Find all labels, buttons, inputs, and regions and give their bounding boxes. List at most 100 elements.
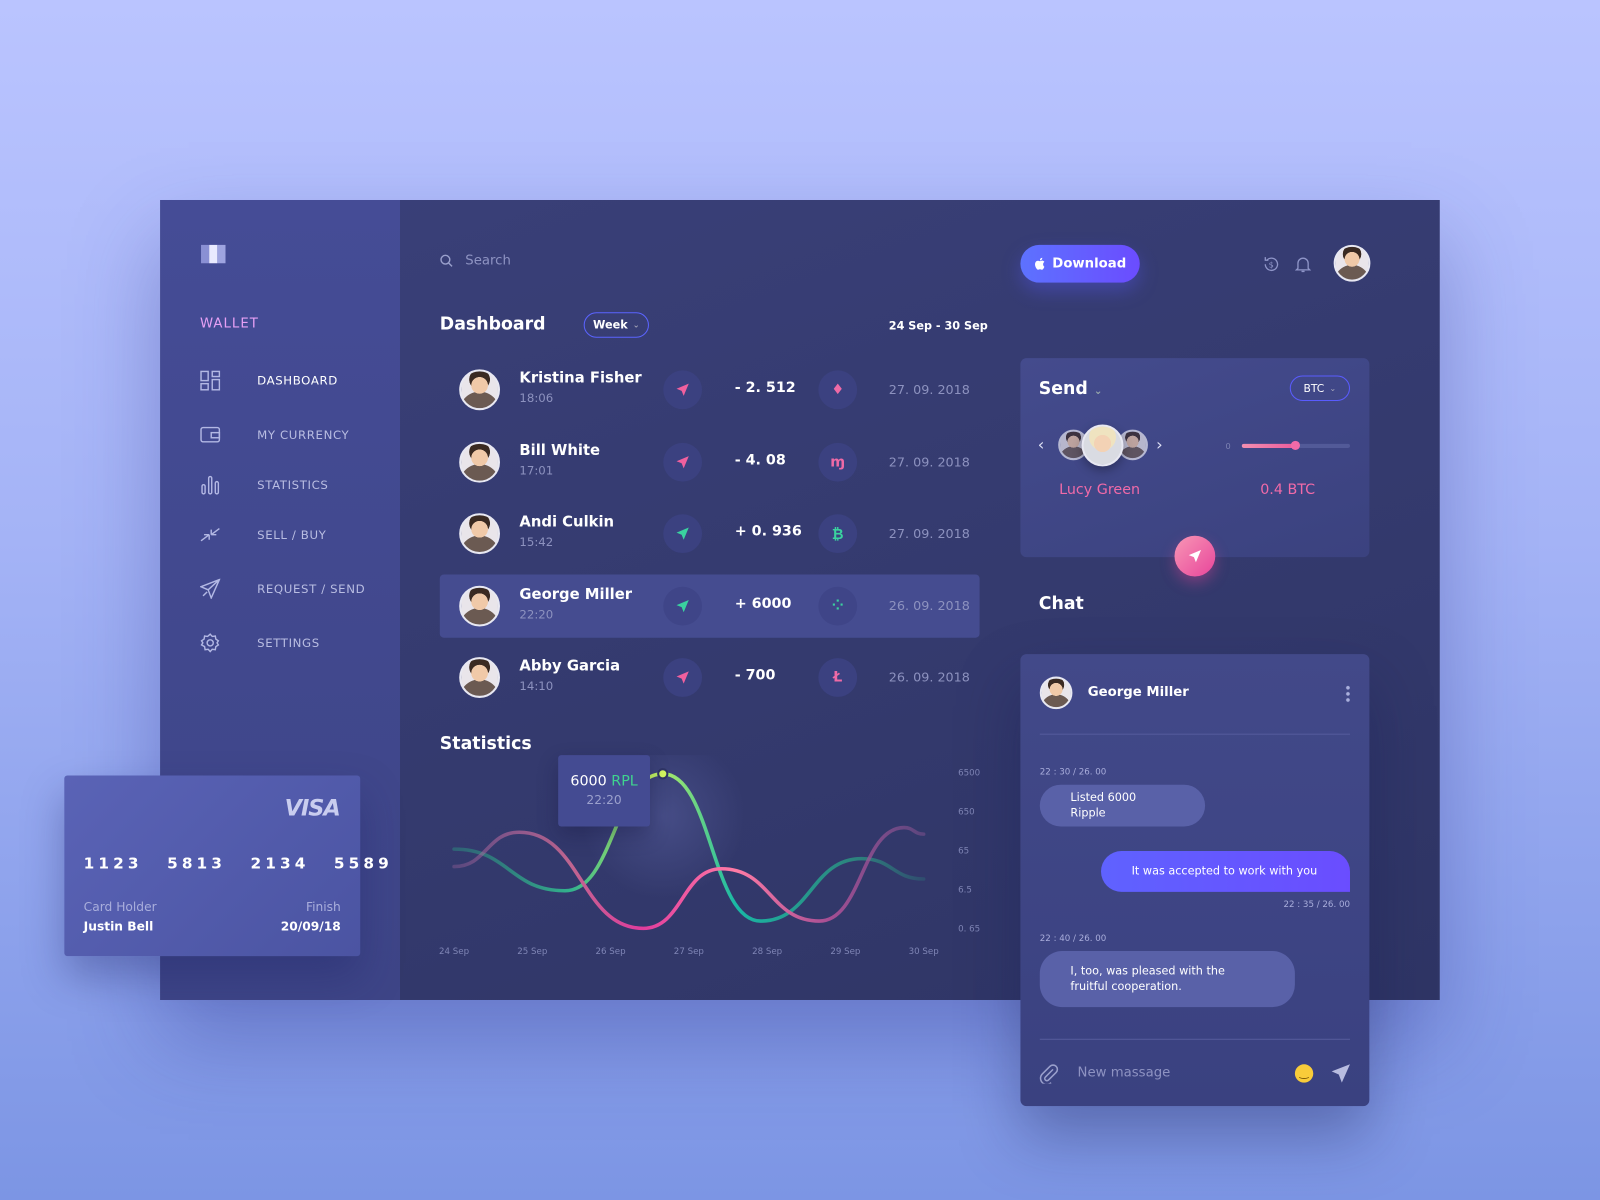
chart-tooltip: 6000 RPL 22:20 xyxy=(558,755,650,827)
sidebar-item-label: MY CURRENCY xyxy=(257,427,350,442)
transaction-row[interactable]: Kristina Fisher 18:06 - 2. 512 ♦ 27. 09.… xyxy=(440,358,980,421)
chevron-left-icon[interactable]: ‹ xyxy=(1038,435,1045,454)
chevron-down-icon: ⌄ xyxy=(1093,385,1103,397)
sidebar-item-label: REQUEST / SEND xyxy=(257,581,366,596)
sidebar-item-sell-buy[interactable]: SELL / BUY xyxy=(200,522,394,546)
finish-label: Finish xyxy=(305,899,341,915)
message-time: 22 : 30 / 26. 00 xyxy=(1039,767,1107,778)
highlighted-point[interactable] xyxy=(657,768,669,780)
credit-card[interactable]: VISA 1123 5813 2134 5589 Card Holder Justin… xyxy=(64,775,389,957)
transaction-amount: + 6000 xyxy=(734,595,792,612)
tooltip-time: 22:20 xyxy=(586,792,622,808)
sent-arrow-icon xyxy=(663,442,703,482)
paperclip-icon[interactable] xyxy=(1039,1063,1059,1084)
send-button[interactable] xyxy=(1174,535,1216,577)
message-received: Listed 6000 Ripple xyxy=(1039,784,1206,827)
sidebar-item-settings[interactable]: SETTINGS xyxy=(200,631,394,655)
transaction-row[interactable]: Andi Culkin 15:42 + 0. 936 ₿ 27. 09. 201… xyxy=(440,502,980,565)
chevron-right-icon[interactable]: › xyxy=(1156,435,1163,454)
download-label: Download xyxy=(1052,256,1127,272)
search-input[interactable]: Search xyxy=(440,253,511,268)
transaction-date: 26. 09. 2018 xyxy=(888,669,970,685)
x-tick-label: 28 Sep xyxy=(752,947,783,957)
transaction-row[interactable]: Abby Garcia 14:10 - 700 Ł 26. 09. 2018 xyxy=(440,646,980,709)
transaction-amount: - 2. 512 xyxy=(734,379,796,396)
send-title[interactable]: Send ⌄ xyxy=(1039,379,1103,399)
send-card: Send ⌄ BTC ⌄ ‹ › Lucy Green 0 0.4 BTC xyxy=(1020,358,1370,558)
sidebar-item-my-currency[interactable]: MY CURRENCY xyxy=(200,422,394,446)
more-options-icon[interactable] xyxy=(1345,684,1350,704)
y-tick-label: 650 xyxy=(958,807,975,817)
card-number-group: 5589 xyxy=(333,854,393,873)
contact-avatar xyxy=(459,441,500,483)
contact-name: Abby Garcia xyxy=(519,658,621,675)
message-received: I, too, was pleased with the fruitful co… xyxy=(1039,951,1295,1008)
data-point xyxy=(860,857,864,861)
transaction-time: 17:01 xyxy=(519,462,554,478)
data-point xyxy=(452,865,456,869)
currency-history-icon[interactable]: $ xyxy=(1262,255,1280,273)
send-title-label: Send xyxy=(1038,378,1088,399)
finish-date: 20/09/18 xyxy=(280,919,341,934)
transaction-date: 27. 09. 2018 xyxy=(888,525,970,541)
chevron-down-icon: ⌄ xyxy=(1329,383,1337,393)
transaction-date: 26. 09. 2018 xyxy=(888,597,970,613)
paper-plane-icon xyxy=(199,578,221,599)
transaction-time: 18:06 xyxy=(519,390,554,406)
data-point xyxy=(517,830,521,834)
contact-name: George Miller xyxy=(519,586,633,603)
transaction-row[interactable]: George Miller 22:20 + 6000 ⁘ 26. 09. 201… xyxy=(439,573,980,638)
amount-slider[interactable] xyxy=(1241,440,1350,450)
chat-card: George Miller 22 : 30 / 26. 00 Listed 60… xyxy=(1020,654,1370,1107)
sidebar-item-dashboard[interactable]: DASHBOARD xyxy=(200,368,394,392)
apple-icon xyxy=(1035,257,1045,270)
exchange-icon xyxy=(200,527,220,542)
period-dropdown[interactable]: Week ⌄ xyxy=(583,312,649,338)
download-button[interactable]: Download xyxy=(1020,244,1140,283)
card-number: 1123 5813 2134 5589 xyxy=(84,854,393,872)
received-arrow-icon xyxy=(663,514,703,554)
divider xyxy=(1039,733,1350,735)
tooltip-value: 6000 xyxy=(570,773,607,790)
search-placeholder: Search xyxy=(465,253,511,269)
user-avatar[interactable] xyxy=(1333,244,1371,282)
transaction-date: 27. 09. 2018 xyxy=(888,453,970,469)
monero-icon: ɱ xyxy=(818,442,858,482)
page-title: Dashboard xyxy=(439,314,546,335)
slider-min: 0 xyxy=(1225,441,1231,452)
y-tick-label: 0. 65 xyxy=(958,924,980,934)
data-point xyxy=(817,919,821,923)
ethereum-icon: ♦ xyxy=(818,370,858,410)
bell-icon[interactable] xyxy=(1294,255,1312,273)
sidebar-item-label: SETTINGS xyxy=(257,635,320,650)
contact-name: Kristina Fisher xyxy=(519,370,642,387)
chevron-down-icon: ⌄ xyxy=(632,320,640,330)
sidebar-item-request-send[interactable]: REQUEST / SEND xyxy=(199,577,394,601)
x-tick-label: 29 Sep xyxy=(830,947,861,957)
slider-handle[interactable] xyxy=(1290,440,1300,450)
sidebar-item-statistics[interactable]: STATISTICS xyxy=(200,472,394,496)
transaction-row[interactable]: Bill White 17:01 - 4. 08 ɱ 27. 09. 2018 xyxy=(440,430,980,493)
ripple-icon: ⁘ xyxy=(818,586,858,625)
emoji-icon[interactable]: ‿ xyxy=(1294,1064,1314,1083)
send-message-icon[interactable] xyxy=(1331,1063,1351,1083)
transaction-amount: - 700 xyxy=(734,667,776,684)
bar-chart-icon xyxy=(201,475,220,495)
data-point xyxy=(641,926,645,930)
message-input[interactable]: New massage xyxy=(1078,1065,1171,1080)
currency-dropdown[interactable]: BTC ⌄ xyxy=(1289,375,1350,402)
sidebar-section-title: WALLET xyxy=(199,316,259,332)
bitcoin-icon: ₿ xyxy=(818,514,858,554)
visa-logo: VISA xyxy=(284,795,341,822)
y-tick-label: 6500 xyxy=(958,769,980,779)
selected-recipient-avatar[interactable] xyxy=(1081,424,1124,467)
gear-icon xyxy=(200,633,220,653)
message-time: 22 : 35 / 26. 00 xyxy=(1283,899,1350,911)
period-value: Week xyxy=(593,318,628,332)
transaction-time: 14:10 xyxy=(519,678,554,693)
y-tick-label: 6.5 xyxy=(958,885,972,895)
x-tick-label: 24 Sep xyxy=(439,947,470,957)
sent-arrow-icon xyxy=(663,658,703,697)
x-tick-label: 30 Sep xyxy=(909,947,940,957)
contact-name: Andi Culkin xyxy=(519,514,615,531)
